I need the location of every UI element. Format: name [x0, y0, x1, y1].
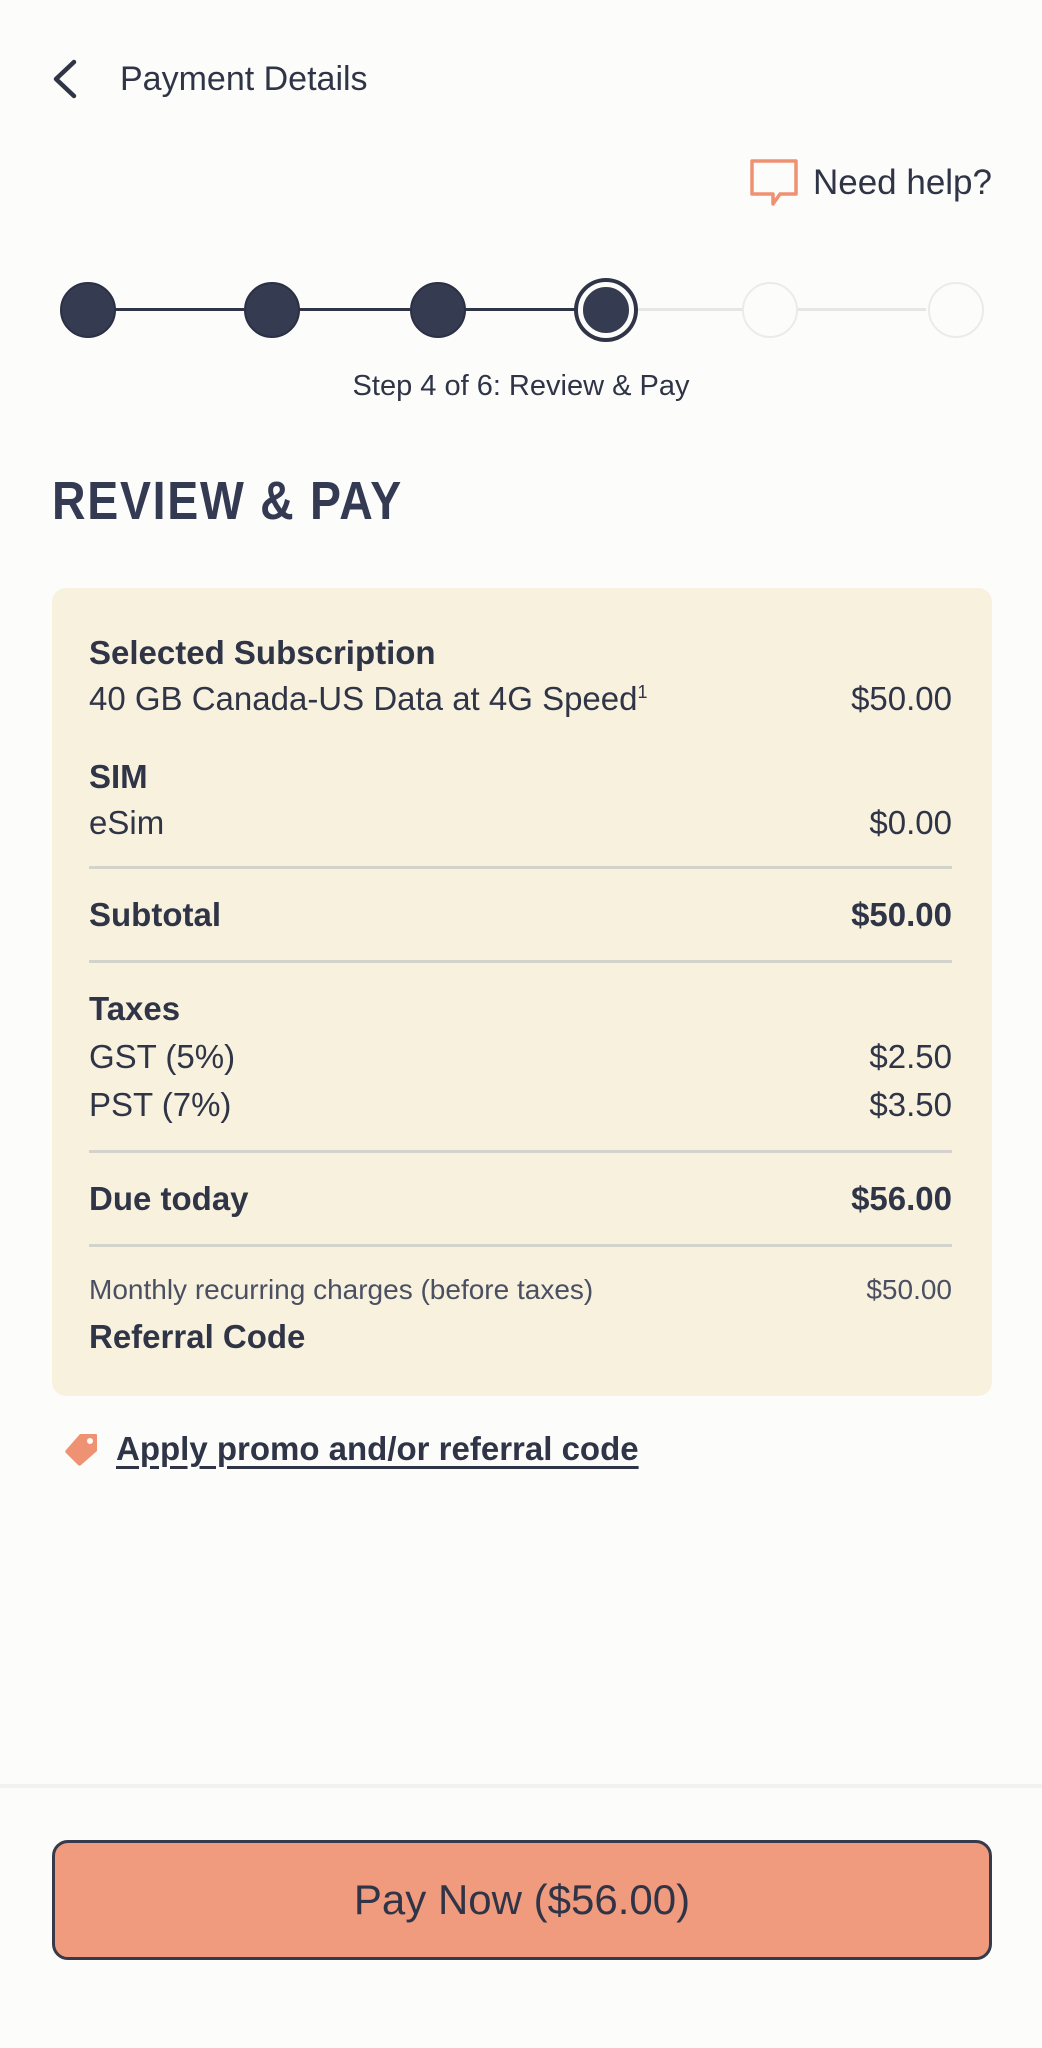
divider	[89, 960, 952, 963]
header-title: Payment Details	[120, 60, 368, 98]
tag-icon	[65, 1434, 97, 1466]
subtotal-label: Subtotal	[89, 896, 221, 933]
referral-code-heading: Referral Code	[89, 1318, 306, 1355]
page-title: REVIEW & PAY	[52, 471, 403, 531]
subscription-price: $50.00	[851, 680, 952, 717]
header: Payment Details	[0, 0, 1042, 160]
step-caption: Step 4 of 6: Review & Pay	[352, 370, 690, 402]
chevron-left-icon	[53, 59, 77, 99]
footer-divider	[0, 1784, 1042, 1788]
divider	[89, 1150, 952, 1153]
pst-row: PST (7%) $3.50	[89, 1086, 952, 1124]
sim-row: eSim $0.00	[89, 804, 952, 842]
step-1-indicator	[60, 282, 116, 338]
subtotal-value: $50.00	[851, 896, 952, 933]
due-today-value: $56.00	[851, 1180, 952, 1217]
chat-bubble-icon	[750, 159, 798, 206]
need-help-label: Need help?	[812, 163, 992, 202]
need-help-link[interactable]: Need help?	[749, 158, 992, 208]
progress-stepper	[60, 282, 984, 338]
sim-price: $0.00	[869, 804, 952, 841]
pst-label: PST (7%)	[89, 1086, 232, 1123]
due-today-label: Due today	[89, 1180, 249, 1217]
gst-value: $2.50	[869, 1038, 952, 1075]
step-3-indicator	[410, 282, 466, 338]
back-button[interactable]	[44, 54, 88, 104]
apply-promo-link[interactable]: Apply promo and/or referral code	[64, 1430, 639, 1468]
monthly-charges-value: $50.00	[866, 1274, 952, 1305]
sim-heading: SIM	[89, 758, 148, 795]
subscription-heading-row: Selected Subscription	[89, 634, 952, 672]
step-5-indicator	[742, 282, 798, 338]
footnote-marker: 1	[637, 682, 648, 702]
sim-type: eSim	[89, 804, 165, 841]
gst-label: GST (5%)	[89, 1038, 236, 1075]
subscription-heading: Selected Subscription	[89, 634, 436, 671]
gst-row: GST (5%) $2.50	[89, 1038, 952, 1076]
taxes-heading-row: Taxes	[89, 990, 952, 1028]
subscription-row: 40 GB Canada-US Data at 4G Speed1 $50.00	[89, 680, 952, 718]
referral-heading-row: Referral Code	[89, 1318, 952, 1356]
step-6-indicator	[928, 282, 984, 338]
taxes-heading: Taxes	[89, 990, 181, 1027]
subscription-name: 40 GB Canada-US Data at 4G Speed1	[89, 680, 648, 717]
divider	[89, 866, 952, 869]
sim-heading-row: SIM	[89, 758, 952, 796]
pst-value: $3.50	[869, 1086, 952, 1123]
due-today-row: Due today $56.00	[89, 1180, 952, 1218]
step-2-indicator	[244, 282, 300, 338]
subtotal-row: Subtotal $50.00	[89, 896, 952, 934]
monthly-charges-row: Monthly recurring charges (before taxes)…	[89, 1274, 952, 1306]
pay-now-button[interactable]: Pay Now ($56.00)	[52, 1840, 992, 1960]
order-summary-card: Selected Subscription 40 GB Canada-US Da…	[52, 588, 992, 1396]
apply-promo-label: Apply promo and/or referral code	[116, 1430, 639, 1467]
divider	[89, 1244, 952, 1247]
monthly-charges-label: Monthly recurring charges (before taxes)	[89, 1274, 594, 1305]
step-4-indicator	[578, 282, 634, 338]
